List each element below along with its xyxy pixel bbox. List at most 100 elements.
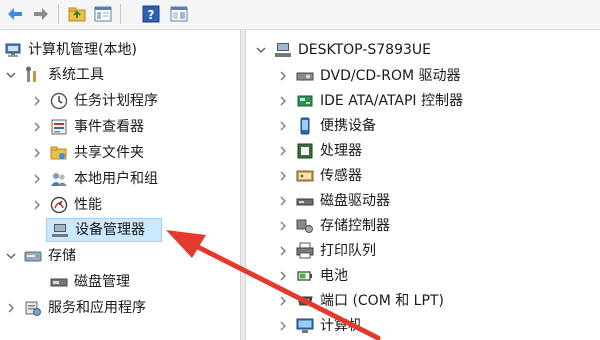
computer-icon (296, 317, 314, 335)
chevron-right-icon[interactable] (30, 94, 44, 108)
printer-icon (296, 242, 314, 260)
chevron-right-icon[interactable] (276, 244, 290, 258)
device-category[interactable]: 便携设备 (276, 114, 376, 138)
optical-drive-icon (296, 67, 314, 85)
chevron-right-icon[interactable] (276, 219, 290, 233)
device-category[interactable]: IDE ATA/ATAPI 控制器 (276, 89, 463, 113)
tree-item-storage[interactable]: 存储 (4, 244, 76, 268)
computer-management-icon (4, 41, 22, 59)
tree-item-task-scheduler[interactable]: 任务计划程序 (30, 89, 158, 113)
toolbar-separator (58, 4, 59, 24)
show-hide-tree-icon[interactable] (92, 3, 114, 25)
device-category-label: 打印队列 (320, 243, 376, 259)
device-category-label: 计算机 (320, 318, 362, 334)
tree-item-label: 事件查看器 (74, 119, 144, 135)
computer-name: DESKTOP-S7893UE (298, 42, 431, 58)
chevron-right-icon[interactable] (276, 294, 290, 308)
chevron-right-icon[interactable] (276, 119, 290, 133)
tree-item-label: 设备管理器 (75, 222, 145, 238)
tree-item-device-manager[interactable]: 设备管理器 (46, 218, 162, 242)
device-manager-icon (51, 221, 69, 239)
tree-item-disk-management[interactable]: 磁盘管理 (50, 270, 130, 294)
storage-controller-icon (296, 217, 314, 235)
device-category-label: IDE ATA/ATAPI 控制器 (320, 93, 464, 109)
tree-item-label: 本地用户和组 (74, 171, 158, 187)
tree-item-label: 计算机管理(本地) (28, 42, 137, 58)
device-category-label: 电池 (320, 268, 348, 284)
tree-item-label: 磁盘管理 (74, 274, 130, 290)
up-folder-icon[interactable] (66, 3, 88, 25)
tree-item-root[interactable]: 计算机管理(本地) (4, 38, 137, 62)
tree-item-label: 任务计划程序 (74, 93, 158, 109)
chevron-right-icon[interactable] (30, 146, 44, 160)
device-tree-root[interactable]: DESKTOP-S7893UE (254, 38, 431, 62)
chevron-right-icon[interactable] (30, 198, 44, 212)
device-category-label: 存储控制器 (320, 218, 390, 234)
tree-item-label: 系统工具 (48, 67, 104, 83)
tree-item-shared-folders[interactable]: 共享文件夹 (30, 141, 144, 165)
chevron-down-icon[interactable] (4, 68, 18, 82)
toolbar: ? (0, 0, 600, 30)
device-tree: DESKTOP-S7893UE DVD/CD-ROM 驱动器 IDE ATA/A… (246, 30, 600, 340)
tree-item-label: 共享文件夹 (74, 145, 144, 161)
chevron-right-icon[interactable] (276, 94, 290, 108)
chevron-right-icon[interactable] (276, 169, 290, 183)
chevron-right-icon[interactable] (276, 69, 290, 83)
tree-item-performance[interactable]: 性能 (30, 193, 102, 217)
toolbar-separator (120, 4, 121, 24)
shared-folder-icon (50, 144, 68, 162)
tree-item-event-viewer[interactable]: 事件查看器 (30, 115, 144, 139)
chevron-down-icon[interactable] (254, 43, 268, 57)
device-category[interactable]: 存储控制器 (276, 214, 390, 238)
clock-icon (50, 92, 68, 110)
device-category[interactable]: DVD/CD-ROM 驱动器 (276, 64, 461, 88)
chevron-right-icon[interactable] (276, 319, 290, 333)
disk-drive-icon (296, 192, 314, 210)
help-icon[interactable]: ? (140, 3, 162, 25)
back-arrow-icon[interactable] (4, 3, 26, 25)
navigation-tree: 计算机管理(本地) 系统工具 任务计划程序 事件查看器 共享文件夹 本地用户和组… (0, 30, 240, 340)
tree-item-label: 性能 (74, 197, 102, 213)
device-category[interactable]: 电池 (276, 264, 348, 288)
port-icon (296, 292, 314, 310)
portable-device-icon (296, 117, 314, 135)
sensor-icon (296, 167, 314, 185)
chevron-right-icon[interactable] (4, 301, 18, 315)
processor-icon (296, 142, 314, 160)
battery-icon (296, 267, 314, 285)
device-category[interactable]: 计算机 (276, 314, 362, 338)
device-category-label: 传感器 (320, 168, 362, 184)
chevron-right-icon[interactable] (30, 120, 44, 134)
performance-icon (50, 196, 68, 214)
event-viewer-icon (50, 118, 68, 136)
device-category[interactable]: 处理器 (276, 139, 362, 163)
chevron-down-icon[interactable] (4, 249, 18, 263)
device-category-label: DVD/CD-ROM 驱动器 (320, 68, 461, 84)
ide-controller-icon (296, 92, 314, 110)
device-category[interactable]: 端口 (COM 和 LPT) (276, 289, 444, 313)
chevron-right-icon[interactable] (276, 144, 290, 158)
device-category[interactable]: 磁盘驱动器 (276, 189, 390, 213)
device-category-label: 端口 (COM 和 LPT) (320, 293, 444, 309)
tools-icon (24, 66, 42, 84)
device-category-label: 磁盘驱动器 (320, 193, 390, 209)
tree-item-local-users[interactable]: 本地用户和组 (30, 167, 158, 191)
storage-icon (24, 247, 42, 265)
device-category[interactable]: 打印队列 (276, 239, 376, 263)
chevron-right-icon[interactable] (30, 172, 44, 186)
disk-management-icon (50, 273, 68, 291)
tree-item-system-tools[interactable]: 系统工具 (4, 63, 104, 87)
computer-icon (274, 41, 292, 59)
tree-item-services-apps[interactable]: 服务和应用程序 (4, 296, 146, 320)
chevron-right-icon[interactable] (276, 269, 290, 283)
users-icon (50, 170, 68, 188)
device-category[interactable]: 传感器 (276, 164, 362, 188)
chevron-right-icon[interactable] (276, 194, 290, 208)
tree-item-label: 存储 (48, 248, 76, 264)
properties-icon[interactable] (168, 3, 190, 25)
svg-text:?: ? (148, 8, 155, 22)
tree-item-label: 服务和应用程序 (48, 300, 146, 316)
device-category-label: 处理器 (320, 143, 362, 159)
device-category-label: 便携设备 (320, 118, 376, 134)
forward-arrow-icon[interactable] (30, 3, 52, 25)
